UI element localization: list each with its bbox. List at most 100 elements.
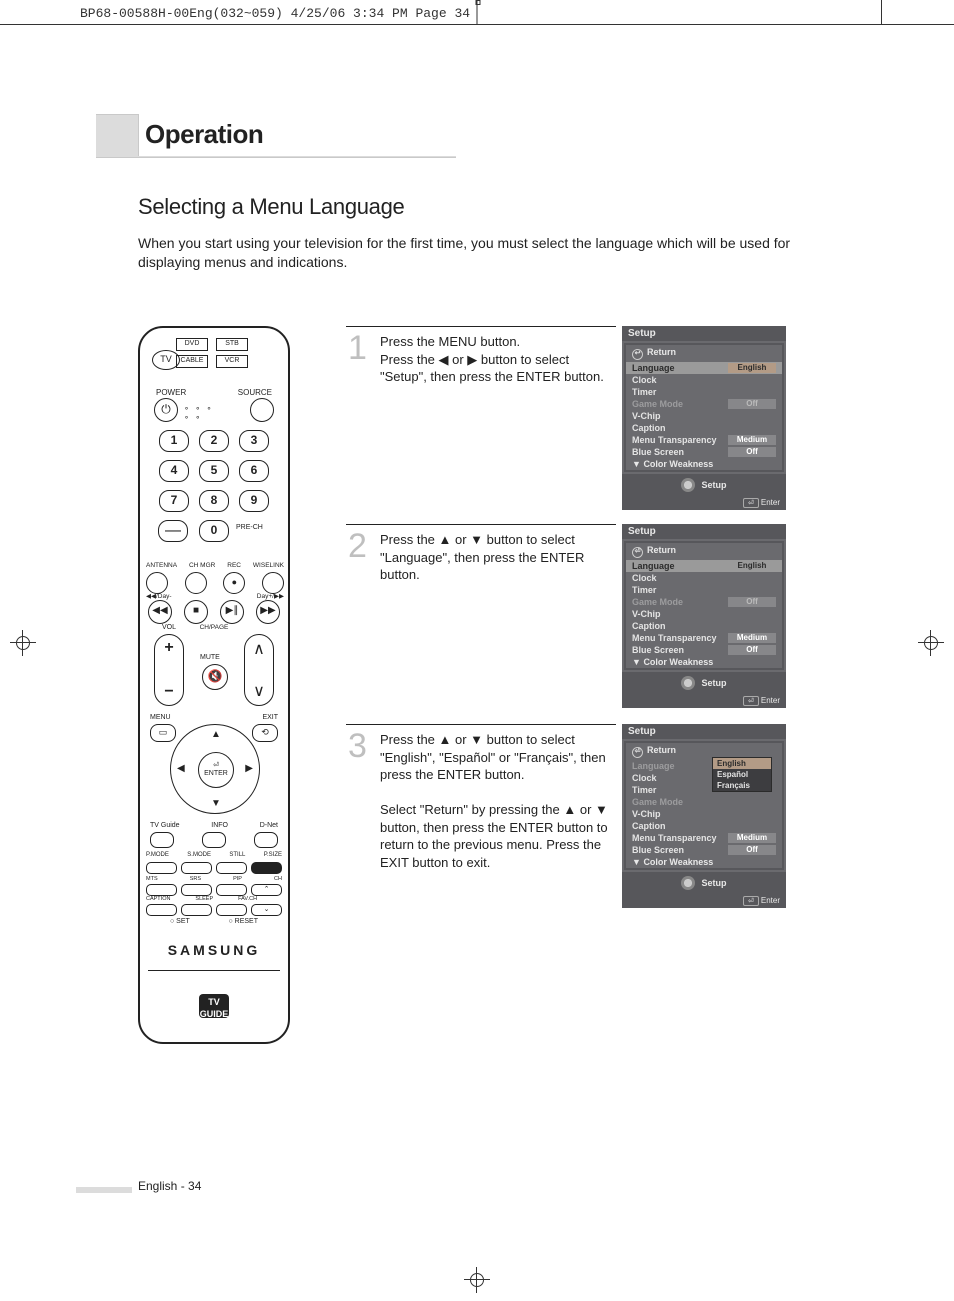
step-1-text: Press the MENU button. Press the ◀ or ▶ … — [380, 333, 616, 386]
smode-button — [181, 862, 212, 874]
chpage-label: CH/PAGE — [200, 624, 229, 631]
dropdown-espanol: Español — [713, 769, 771, 780]
num-8: 8 — [199, 490, 229, 512]
source-button — [250, 398, 274, 422]
osd-item-clock: Clock — [626, 374, 782, 386]
osd-item-menutrans: Menu TransparencyMedium — [626, 632, 782, 644]
enter-button: ⏎ ENTER — [198, 752, 234, 788]
dayminus-label: ◀◀/Day- — [146, 592, 172, 600]
osd-screenshot-2: Setup ⏎Return LanguageEnglish Clock Time… — [622, 524, 786, 708]
dpad: ▲ ▼ ◀ ▶ ⏎ ENTER — [170, 724, 260, 814]
osd-item-vchip: V-Chip — [626, 608, 782, 620]
mute-label: MUTE — [200, 654, 220, 661]
mute-button: 🔇 — [202, 664, 228, 690]
num-0: 0 — [199, 520, 229, 542]
osd-title: Setup — [622, 326, 786, 341]
dash-button: — — [158, 520, 188, 542]
sleep-button — [181, 904, 212, 916]
osd-title: Setup — [622, 724, 786, 739]
pmode-button — [146, 862, 177, 874]
num-1: 1 — [159, 430, 189, 452]
osd-item-gamemode: Game ModeOff — [626, 398, 782, 410]
osd-item-language: LanguageEnglish — [626, 560, 782, 572]
antenna-button — [146, 572, 168, 594]
language-dropdown: English Español Français — [712, 757, 772, 792]
step-2: 2 Press the ▲ or ▼ button to select "Lan… — [346, 524, 616, 584]
ch-up-button: ⌃ — [251, 884, 282, 896]
vol-label: VOL — [162, 624, 176, 631]
tvguide-label: TV Guide — [150, 822, 180, 829]
rec-label: REC — [227, 562, 241, 569]
gear-icon — [681, 876, 695, 890]
stop-button: ■ — [184, 600, 208, 624]
osd-more: ▼ Color Weakness — [626, 656, 782, 668]
osd-item-bluescreen: Blue ScreenOff — [626, 644, 782, 656]
num-7: 7 — [159, 490, 189, 512]
tvguide-logo: TV GUIDE — [199, 994, 229, 1018]
srs-label: SRS — [190, 876, 201, 882]
crop-header: BP68-00588H-00Eng(032~059) 4/25/06 3:34 … — [80, 6, 470, 21]
registration-mark-left — [10, 630, 36, 656]
wiselink-label: WISELINK — [253, 562, 284, 569]
still-button — [216, 862, 247, 874]
remote-illustration: TV DVD STB CABLE VCR POWER SOURCE ⏻ ∘ ∘ … — [138, 326, 290, 1044]
registration-mark-top — [477, 0, 478, 24]
osd-item-language: LanguageEnglish — [626, 362, 782, 374]
num-3: 3 — [239, 430, 269, 452]
up-arrow: ▲ — [211, 729, 221, 740]
num-4: 4 — [159, 460, 189, 482]
step-3-number: 3 — [348, 727, 367, 766]
caption-button — [146, 904, 177, 916]
source-label: SOURCE — [238, 388, 272, 397]
osd-footer: Setup — [622, 474, 786, 496]
num-9: 9 — [239, 490, 269, 512]
osd-enter-hint: ⏎Enter — [622, 496, 786, 510]
rewind-button: ◀◀ — [148, 600, 172, 624]
top-rule — [0, 24, 954, 25]
brand-logo: SAMSUNG — [140, 942, 288, 958]
osd-item-vchip: V-Chip — [626, 410, 782, 422]
osd-item-vchip: V-Chip — [626, 808, 782, 820]
chmgr-button — [185, 572, 207, 594]
prech-label: PRE-CH — [236, 524, 263, 531]
favch-button — [216, 904, 247, 916]
dropdown-francais: Français — [713, 780, 771, 791]
right-arrow: ▶ — [245, 763, 253, 774]
osd-item-gamemode: Game ModeOff — [626, 596, 782, 608]
reset-label: ○ RESET — [228, 918, 258, 925]
srs-button — [181, 884, 212, 896]
dnet-button — [254, 832, 278, 848]
remote-divider — [148, 970, 280, 971]
dayplus-label: Day+/▶▶ — [257, 592, 284, 600]
registration-mark-right — [918, 630, 944, 656]
osd-item-gamemode: Game Mode — [626, 796, 782, 808]
play-pause-button: ▶∥ — [220, 600, 244, 624]
osd-more: ▼ Color Weakness — [626, 856, 782, 868]
osd-more: ▼ Color Weakness — [626, 458, 782, 470]
tvguide-button — [150, 832, 174, 848]
osd-item-timer: Timer — [626, 386, 782, 398]
osd-screenshot-1: Setup ↩Return LanguageEnglish Clock Time… — [622, 326, 786, 510]
osd-item-menutrans: Menu TransparencyMedium — [626, 434, 782, 446]
still-label: STILL — [229, 852, 245, 858]
dropdown-english: English — [713, 758, 771, 769]
step-3-text: Press the ▲ or ▼ button to select "Engli… — [380, 731, 616, 871]
menu-button: ▭ — [150, 724, 176, 742]
top-rule-right — [881, 0, 882, 24]
osd-item-bluescreen: Blue ScreenOff — [626, 844, 782, 856]
wiselink-button — [262, 572, 284, 594]
osd-item-clock: Clock — [626, 572, 782, 584]
page-number: English - 34 — [138, 1179, 201, 1193]
power-label: POWER — [156, 388, 186, 397]
step-1-number: 1 — [348, 329, 367, 368]
stb-button: STB — [216, 338, 248, 351]
step-2-number: 2 — [348, 527, 367, 566]
volume-rocker: +− — [154, 634, 184, 706]
menu-label: MENU — [150, 714, 171, 721]
down-arrow: ▼ — [211, 798, 221, 809]
mts-button — [146, 884, 177, 896]
osd-screenshot-3: Setup ⏎Return Language Clock Timer Game … — [622, 724, 786, 908]
power-button: ⏻ — [154, 398, 178, 422]
psize-button — [251, 862, 282, 874]
section-banner: Operation — [96, 114, 456, 156]
